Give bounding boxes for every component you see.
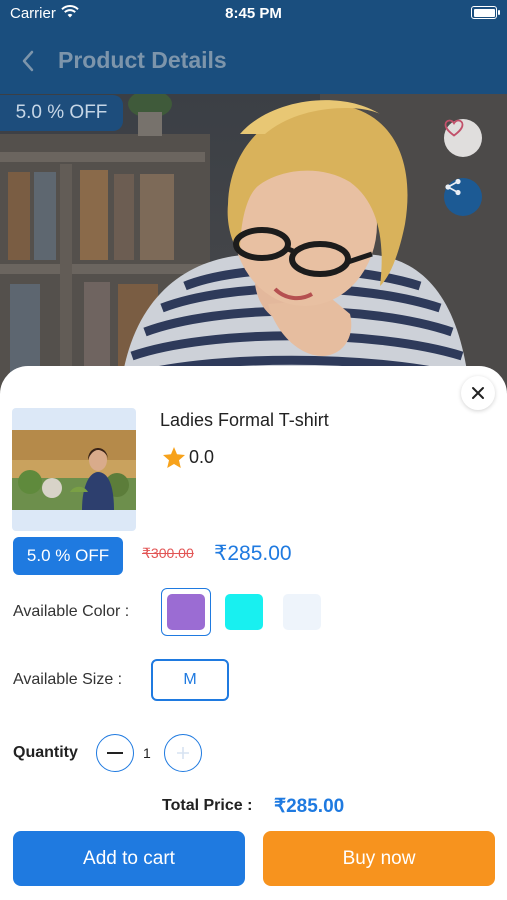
clock: 8:45 PM — [225, 5, 282, 22]
chevron-left-icon — [22, 50, 34, 72]
thumbnail-photo — [12, 430, 136, 510]
wishlist-button[interactable] — [444, 119, 482, 157]
size-option-m[interactable]: M — [151, 659, 229, 701]
color-options — [161, 588, 327, 636]
product-thumbnail — [12, 408, 136, 531]
plus-icon — [177, 747, 189, 759]
quantity-label: Quantity — [13, 744, 78, 761]
increase-quantity-button[interactable] — [164, 734, 202, 772]
product-name: Ladies Formal T-shirt — [160, 410, 329, 430]
discount-badge: 5.0 % OFF — [13, 537, 123, 575]
product-options-sheet: Ladies Formal T-shirt 0.0 5.0 % OFF ₹300… — [0, 366, 507, 900]
close-button[interactable] — [461, 376, 495, 410]
color-swatch-fill — [167, 594, 205, 630]
color-swatch-fill — [225, 594, 263, 630]
minus-icon — [107, 752, 123, 754]
heart-icon — [444, 119, 464, 137]
sale-price: ₹285.00 — [214, 542, 292, 565]
size-label: Available Size : — [13, 671, 123, 688]
original-price: ₹300.00 — [142, 545, 194, 561]
hero-photo — [0, 94, 507, 394]
decrease-quantity-button[interactable] — [96, 734, 134, 772]
rating-value: 0.0 — [189, 447, 215, 467]
nav-bar: Product Details — [0, 28, 507, 94]
hero-discount-badge: 5.0 % OFF — [0, 95, 123, 131]
back-button[interactable] — [14, 46, 42, 76]
color-label: Available Color : — [13, 603, 130, 620]
total-price-value: ₹285.00 — [274, 796, 345, 817]
color-swatch-cyan[interactable] — [219, 588, 269, 636]
page-title: Product Details — [58, 47, 227, 73]
close-icon — [472, 387, 484, 399]
total-price-label: Total Price : — [162, 797, 253, 814]
share-button[interactable] — [444, 178, 482, 216]
buy-now-button[interactable]: Buy now — [263, 831, 495, 886]
color-swatch-light-blue[interactable] — [277, 588, 327, 636]
star-icon — [163, 447, 185, 468]
share-icon — [445, 178, 461, 196]
color-swatch-fill — [283, 594, 321, 630]
product-rating: 0.0 — [162, 446, 214, 469]
color-swatch-purple[interactable] — [161, 588, 211, 636]
quantity-value: 1 — [143, 745, 151, 761]
battery-icon — [471, 6, 500, 19]
add-to-cart-button[interactable]: Add to cart — [13, 831, 245, 886]
status-bar: Carrier 8:45 PM — [0, 0, 507, 28]
product-hero-image[interactable]: 5.0 % OFF — [0, 94, 507, 394]
